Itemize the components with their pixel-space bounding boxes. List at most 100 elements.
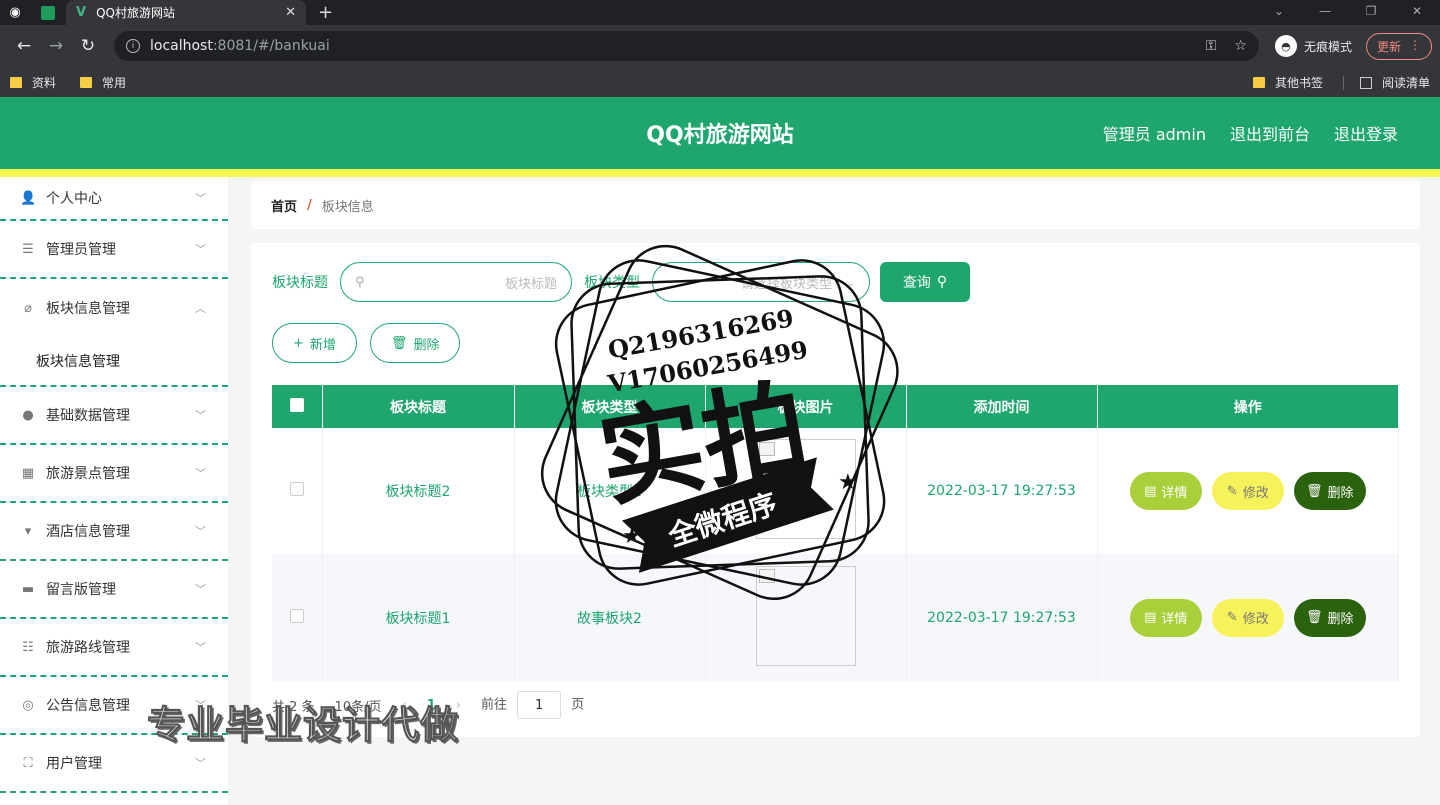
sidebar-item-routes[interactable]: ☷ 旅游路线管理 ﹀ <box>0 619 228 677</box>
folder-icon <box>80 77 93 88</box>
add-button[interactable]: + 新增 <box>272 323 357 363</box>
divider <box>1342 75 1344 90</box>
breadcrumb-home[interactable]: 首页 <box>271 196 297 215</box>
key-icon[interactable]: ⚿ <box>1206 38 1217 54</box>
menu-dots-icon: ⋮ <box>1409 37 1421 52</box>
sidebar-item-label: 旅游路线管理 <box>46 640 130 656</box>
type-select[interactable]: 请选择板块类型 ⌄ <box>652 262 870 302</box>
bookmark-folder[interactable]: 常用 <box>80 74 126 91</box>
bookmark-label: 其他书签 <box>1274 76 1323 90</box>
table-row: 板块标题2 板块类型1 2022-03-17 19:27:53 ▤ 详情 ✎ 修改 … <box>272 428 1399 554</box>
sidebar-item-label: 用户管理 <box>46 756 102 772</box>
title-search-input[interactable]: ⚲ 板块标题 <box>340 262 572 302</box>
edit-button[interactable]: ✎ 修改 <box>1211 598 1284 637</box>
to-front-link[interactable]: 退出到前台 <box>1230 121 1310 145</box>
restore-icon[interactable]: ❐ <box>1348 0 1394 25</box>
browser-tab-active[interactable]: V QQ村旅游网站 ✕ <box>66 0 306 25</box>
sidebar-item-users[interactable]: ⛶ 用户管理 ﹀ <box>0 735 228 793</box>
cell-time: 2022-03-17 19:27:53 <box>906 428 1098 554</box>
url-input[interactable]: i localhost:8081/#/bankuai ⚿ ☆ <box>114 31 1259 61</box>
sheet-tab-icon[interactable] <box>30 5 66 20</box>
type-select-placeholder: 请选择板块类型 <box>741 276 833 292</box>
sidebar-item-notices[interactable]: ◎ 公告信息管理 ﹀ <box>0 677 228 735</box>
frame-icon: ⛶ <box>23 755 33 771</box>
app-header: QQ村旅游网站 管理员 admin 退出到前台 退出登录 <box>0 97 1440 169</box>
header-accent-strip <box>0 169 1440 177</box>
sidebar-item-label: 旅游景点管理 <box>46 466 130 482</box>
info-icon[interactable]: i <box>126 39 140 53</box>
chevron-down-icon: ﹀ <box>195 699 206 712</box>
target-icon: ◎ <box>22 697 34 713</box>
update-button[interactable]: 更新 ⋮ <box>1365 32 1432 60</box>
page-size-select[interactable]: 10条/页 <box>335 696 382 715</box>
sidebar-item-messages[interactable]: ▬ 留言版管理 ﹀ <box>0 561 228 619</box>
cell-time: 2022-03-17 19:27:53 <box>906 554 1098 681</box>
batch-delete-button[interactable]: 🗑 删除 <box>369 323 461 363</box>
sidebar-item-label: 个人中心 <box>46 191 102 207</box>
detail-button[interactable]: ▤ 详情 <box>1129 598 1202 637</box>
detail-button[interactable]: ▤ 详情 <box>1129 472 1202 510</box>
sidebar-item-hotel[interactable]: ▾ 酒店信息管理 ﹀ <box>0 503 228 561</box>
tab-search-icon[interactable]: ⌄ <box>1256 0 1302 25</box>
breadcrumb-separator: / <box>307 197 312 213</box>
reading-list-icon <box>1359 76 1372 89</box>
sidebar-item-scenic[interactable]: ▦ 旅游景点管理 ﹀ <box>0 445 228 503</box>
page-number[interactable]: 1 <box>427 698 436 713</box>
forward-icon[interactable]: → <box>40 36 72 56</box>
row-select-cell[interactable] <box>272 554 323 681</box>
trash-icon: 🗑 <box>1305 483 1323 499</box>
url-host: localhost <box>150 38 213 54</box>
sidebar-item-admin[interactable]: ☰ 管理员管理 ﹀ <box>0 221 228 279</box>
reload-icon[interactable]: ↻ <box>72 36 104 56</box>
reading-list[interactable]: 阅读清单 <box>1359 74 1430 91</box>
row-checkbox[interactable] <box>289 608 304 623</box>
star-icon[interactable]: ☆ <box>1234 38 1247 54</box>
bookmark-folder[interactable]: 资料 <box>10 74 56 91</box>
row-select-cell[interactable] <box>272 428 323 554</box>
sidebar-item-label: 留言版管理 <box>46 582 116 598</box>
column-header: 板块图片 <box>705 385 907 428</box>
goto-page-input[interactable]: 1 <box>517 691 562 719</box>
minimize-icon[interactable]: — <box>1302 0 1348 25</box>
sidebar: 👤 个人中心 ﹀ ☰ 管理员管理 ﹀ ⌀ 板块信息管理 ︿ 板块信息管理 ● 基础数据管理 ﹀ … <box>0 177 228 805</box>
table-header-row: 板块标题 板块类型 板块图片 添加时间 操作 <box>272 385 1399 428</box>
tab-close-icon[interactable]: ✕ <box>285 5 296 20</box>
admin-label: 管理员 admin <box>1102 125 1206 144</box>
next-page-icon[interactable]: › <box>456 698 461 713</box>
sidebar-item-label: 板块信息管理 <box>46 301 130 317</box>
sidebar-subitem-board-info[interactable]: 板块信息管理 <box>0 337 228 387</box>
breadcrumb: 首页 / 板块信息 <box>251 181 1420 229</box>
select-all-cell[interactable] <box>272 385 323 428</box>
sidebar-item-profile[interactable]: 👤 个人中心 ﹀ <box>0 177 228 221</box>
sidebar-item-basic-data[interactable]: ● 基础数据管理 ﹀ <box>0 387 228 445</box>
pager-total: 共 2 条 <box>272 699 315 715</box>
grid-icon: ▦ <box>21 465 35 481</box>
title-filter-label: 板块标题 <box>272 275 328 291</box>
back-icon[interactable]: ← <box>8 36 40 56</box>
globe-icon[interactable]: ◉ <box>0 0 30 25</box>
chevron-down-icon: ﹀ <box>195 757 206 770</box>
prev-page-icon[interactable]: ‹ <box>401 698 406 713</box>
incognito-label: 无痕模式 <box>1303 39 1352 54</box>
chevron-down-icon: ﹀ <box>195 409 206 422</box>
query-button[interactable]: 查询 ⚲ <box>880 262 970 302</box>
logout-link[interactable]: 退出登录 <box>1334 121 1398 145</box>
delete-button[interactable]: 🗑 删除 <box>1293 598 1366 637</box>
edit-button[interactable]: ✎ 修改 <box>1211 472 1284 510</box>
reading-list-label: 阅读清单 <box>1381 76 1430 90</box>
other-bookmarks[interactable]: 其他书签 <box>1252 74 1323 91</box>
incognito-indicator[interactable]: ◓ 无痕模式 <box>1274 35 1352 57</box>
title-search-placeholder: 板块标题 <box>504 276 557 292</box>
select-all-checkbox[interactable] <box>289 397 304 412</box>
person-icon: 👤 <box>20 190 37 206</box>
column-header: 板块类型 <box>514 385 706 428</box>
url-path: :8081/#/bankuai <box>212 38 330 54</box>
row-checkbox[interactable] <box>289 482 304 496</box>
new-tab-button[interactable]: + <box>318 2 333 23</box>
sidebar-item-board[interactable]: ⌀ 板块信息管理 ︿ <box>0 279 228 337</box>
update-label: 更新 <box>1376 39 1401 54</box>
close-window-icon[interactable]: ✕ <box>1394 0 1440 25</box>
delete-button[interactable]: 🗑 删除 <box>1293 472 1366 510</box>
detail-label: 详情 <box>1161 485 1188 501</box>
breadcrumb-current: 板块信息 <box>321 199 374 215</box>
